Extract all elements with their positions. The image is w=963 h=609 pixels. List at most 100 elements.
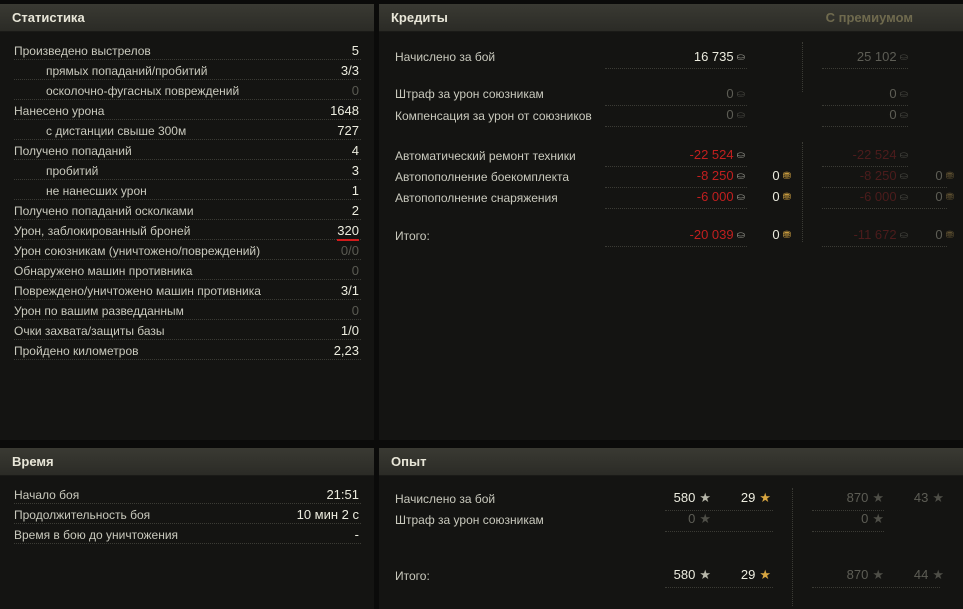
- xp-star-icon: ★: [699, 511, 711, 526]
- gold-coin-icon: ⛃: [782, 192, 791, 203]
- credits-title: Кредиты: [391, 10, 448, 25]
- credit-coin-icon: ⛀: [736, 230, 745, 241]
- stat-row: Пройдено километров 2,23: [14, 340, 361, 360]
- stat-value: 3/1: [340, 283, 359, 298]
- statistics-header: Статистика: [0, 4, 374, 32]
- row-divider: [812, 531, 884, 532]
- xp-star-icon: ★: [872, 567, 884, 582]
- credit-coin-icon: ⛀: [899, 230, 908, 241]
- credits-total-gold: 0 ⛃: [772, 227, 791, 242]
- free-xp-star-icon: ★: [932, 567, 944, 582]
- credits-earned-premium: 25 102 ⛀: [856, 49, 908, 64]
- xp-star-icon: ★: [699, 567, 711, 582]
- stat-row: не нанесших урон 1: [14, 180, 361, 200]
- experience-total-label: Итого:: [395, 569, 430, 583]
- credits-earned-value: 16 735 ⛀: [693, 49, 745, 64]
- row-divider: [812, 587, 940, 588]
- time-value: -: [354, 527, 359, 542]
- credits-compensation-value: 0 ⛀: [726, 107, 745, 122]
- experience-title: Опыт: [391, 454, 427, 469]
- credits-ammo-value: -8 250 ⛀: [696, 168, 745, 183]
- experience-earned-premium-free-xp: 43 ★: [913, 490, 944, 505]
- time-row: Начало боя 21:51: [14, 484, 361, 504]
- credits-header: Кредиты С премиумом: [379, 4, 963, 32]
- stat-label: не нанесших урон: [46, 184, 147, 198]
- stat-label: Получено попаданий: [14, 144, 132, 158]
- stat-value: 1/0: [340, 323, 359, 338]
- stat-label: с дистанции свыше 300м: [46, 124, 187, 138]
- credits-penalty-value: 0 ⛀: [726, 86, 745, 101]
- credits-equipment-value: -6 000 ⛀: [696, 189, 745, 204]
- stat-label: Получено попаданий осколками: [14, 204, 194, 218]
- row-divider: [605, 166, 747, 167]
- stat-row: Произведено выстрелов 5: [14, 40, 361, 60]
- premium-divider: [792, 488, 793, 606]
- credit-coin-icon: ⛀: [736, 192, 745, 203]
- credits-equipment-premium: -6 000 ⛀: [859, 189, 908, 204]
- stat-label: пробитий: [46, 164, 99, 178]
- time-row: Время в бою до уничтожения -: [14, 524, 361, 544]
- stat-label: Урон, заблокированный броней: [14, 224, 191, 238]
- experience-header: Опыт: [379, 448, 963, 476]
- credits-ammo-premium-gold: 0 ⛃: [935, 168, 954, 183]
- credits-penalty-premium: 0 ⛀: [889, 86, 908, 101]
- credit-coin-icon: ⛀: [899, 52, 908, 63]
- row-divider: [605, 208, 747, 209]
- gold-coin-icon: ⛃: [945, 192, 954, 203]
- time-title: Время: [12, 454, 54, 469]
- stat-row: Урон союзникам (уничтожено/повреждений) 0…: [14, 240, 361, 260]
- free-xp-star-icon: ★: [932, 490, 944, 505]
- gold-coin-icon: ⛃: [782, 230, 791, 241]
- credits-total-premium-gold: 0 ⛃: [935, 227, 954, 242]
- premium-divider: [802, 42, 803, 92]
- credits-compensation-premium: 0 ⛀: [889, 107, 908, 122]
- stat-value: 0/0: [340, 243, 359, 258]
- stat-value: 2,23: [333, 343, 359, 358]
- stat-value: 727: [337, 123, 359, 138]
- stat-label: Урон союзникам (уничтожено/повреждений): [14, 244, 261, 258]
- row-divider: [822, 105, 908, 106]
- gold-coin-icon: ⛃: [945, 171, 954, 182]
- time-header: Время: [0, 448, 374, 476]
- stat-row: Очки захвата/защиты базы 1/0: [14, 320, 361, 340]
- credit-coin-icon: ⛀: [899, 192, 908, 203]
- credit-coin-icon: ⛀: [736, 171, 745, 182]
- stat-label: Пройдено километров: [14, 344, 139, 358]
- row-divider: [665, 531, 773, 532]
- credit-coin-icon: ⛀: [736, 110, 745, 121]
- credits-ammo-gold: 0 ⛃: [772, 168, 791, 183]
- stat-value: 320: [337, 223, 359, 241]
- stat-row: Получено попаданий осколками 2: [14, 200, 361, 220]
- credit-coin-icon: ⛀: [899, 110, 908, 121]
- credits-total-label: Итого:: [395, 229, 430, 243]
- experience-earned-free-xp: 29 ★: [740, 490, 771, 505]
- credit-coin-icon: ⛀: [899, 171, 908, 182]
- stat-value: 0: [351, 83, 359, 98]
- stat-value: 3: [351, 163, 359, 178]
- time-value: 10 мин 2 с: [296, 507, 359, 522]
- row-divider: [822, 166, 908, 167]
- experience-panel: Опыт Начислено за бой 580 ★ 29 ★ 870 ★ 43 ★ …: [379, 448, 963, 609]
- stat-row: Обнаружено машин противника 0: [14, 260, 361, 280]
- stat-row: прямых попаданий/пробитий 3/3: [14, 60, 361, 80]
- experience-penalty-premium-xp: 0 ★: [861, 511, 884, 526]
- experience-penalty-label: Штраф за урон союзникам: [395, 513, 544, 527]
- experience-total-premium-xp: 870 ★: [846, 567, 884, 582]
- statistics-title: Статистика: [12, 10, 85, 25]
- experience-earned-premium-xp: 870 ★: [846, 490, 884, 505]
- stat-label: Повреждено/уничтожено машин противника: [14, 284, 261, 298]
- experience-total-premium-free-xp: 44 ★: [913, 567, 944, 582]
- row-divider: [605, 126, 747, 127]
- premium-column-title: С премиумом: [825, 10, 913, 25]
- credits-repair-value: -22 524 ⛀: [689, 147, 745, 162]
- statistics-list: Произведено выстрелов 5 прямых попаданий/п…: [0, 32, 374, 360]
- xp-star-icon: ★: [699, 490, 711, 505]
- stat-row: с дистанции свыше 300м 727: [14, 120, 361, 140]
- stat-value: 2: [351, 203, 359, 218]
- row-divider: [822, 208, 947, 209]
- stat-label: Нанесено урона: [14, 104, 105, 118]
- experience-total-free-xp: 29 ★: [740, 567, 771, 582]
- credits-total-premium: -11 672 ⛀: [853, 227, 908, 242]
- row-divider: [665, 587, 773, 588]
- row-divider: [665, 510, 773, 511]
